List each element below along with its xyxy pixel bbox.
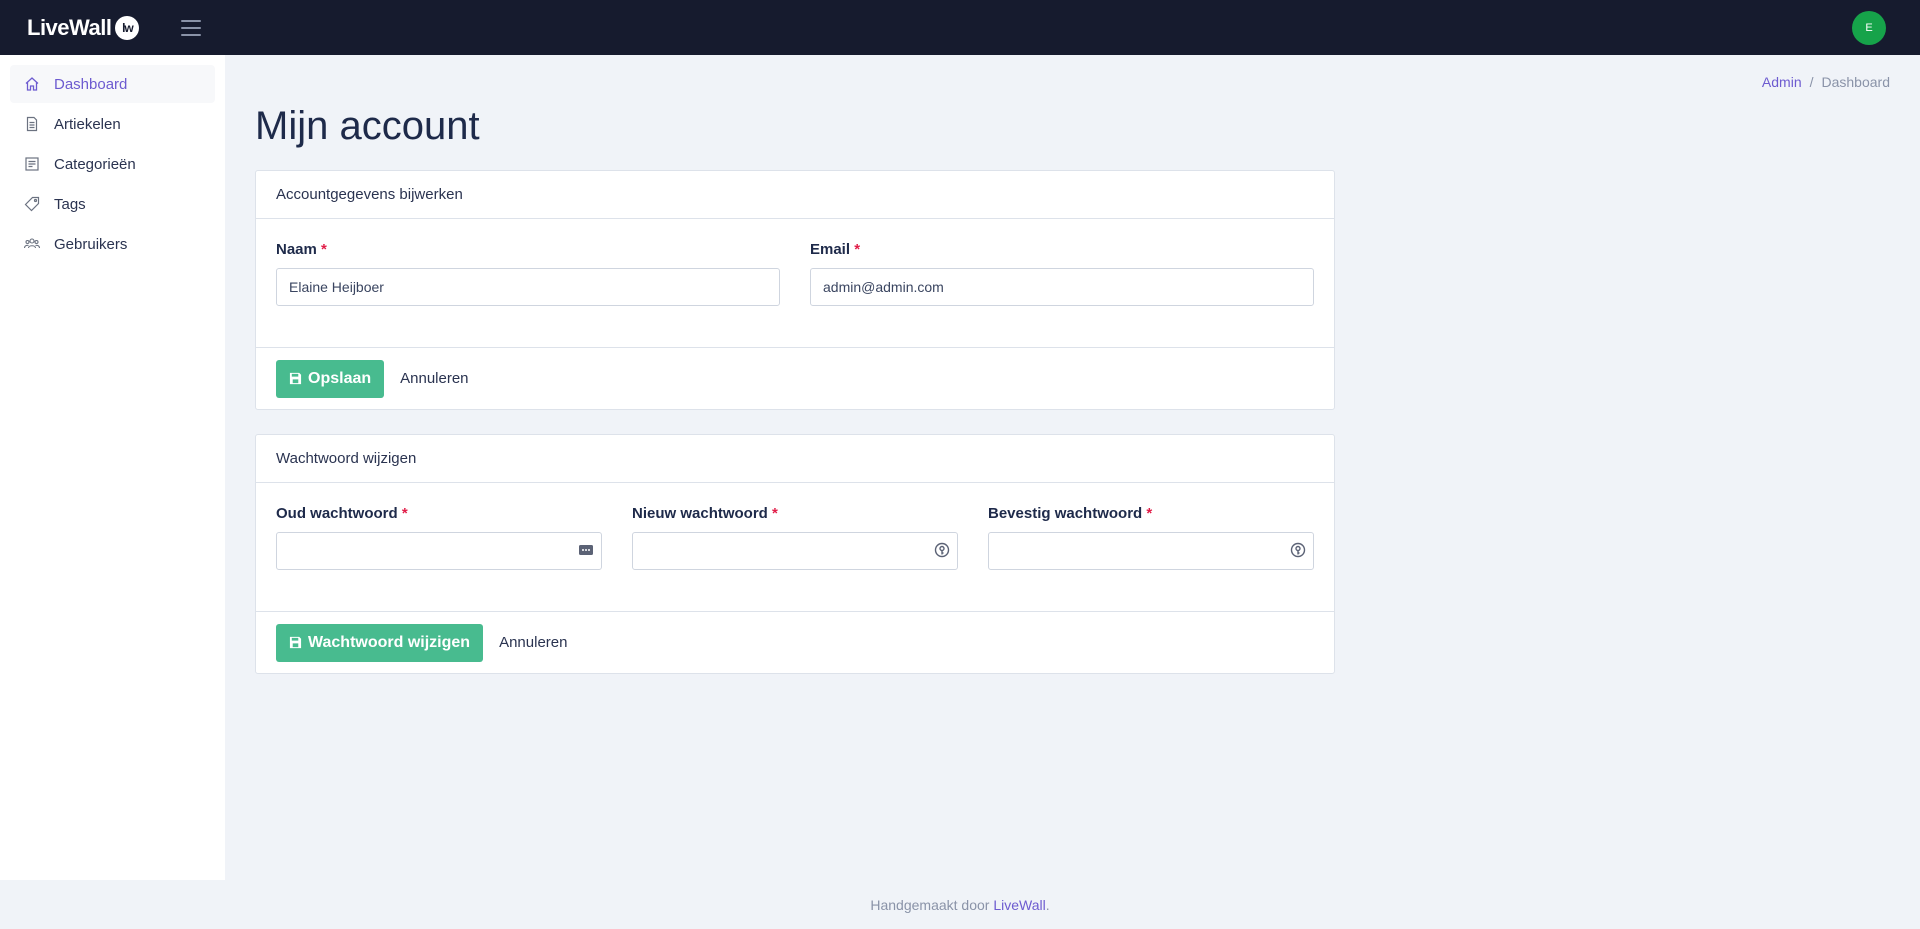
breadcrumb: Admin / Dashboard xyxy=(1762,74,1890,90)
card-header: Accountgegevens bijwerken xyxy=(256,171,1334,219)
user-avatar[interactable]: E xyxy=(1852,11,1886,45)
email-label: Email * xyxy=(810,241,861,258)
sidebar-item-label: Tags xyxy=(54,195,86,213)
logo[interactable]: LiveWall lw xyxy=(27,14,140,41)
name-input[interactable] xyxy=(276,268,780,306)
old-password-label: Oud wachtwoord * xyxy=(276,505,408,522)
name-field-group: Naam * xyxy=(276,241,780,306)
page-footer: Handgemaakt door LiveWall. xyxy=(870,896,1050,913)
breadcrumb-current: Dashboard xyxy=(1821,74,1891,90)
old-password-input[interactable] xyxy=(276,532,602,570)
sidebar-item-artiekelen[interactable]: Artiekelen xyxy=(10,105,215,143)
logo-text: LiveWall xyxy=(27,14,112,40)
page-title: Mijn account xyxy=(255,104,480,148)
home-icon xyxy=(24,76,40,92)
sidebar-item-tags[interactable]: Tags xyxy=(10,185,215,223)
confirm-password-input[interactable] xyxy=(988,532,1314,570)
list-icon xyxy=(24,156,40,172)
old-password-field-group: Oud wachtwoord * xyxy=(276,505,602,570)
change-password-button[interactable]: Wachtwoord wijzigen xyxy=(276,623,484,662)
tag-icon xyxy=(24,196,40,212)
document-icon xyxy=(24,116,40,132)
footer-livewall-link[interactable]: LiveWall xyxy=(993,897,1045,913)
sidebar-item-gebruikers[interactable]: Gebruikers xyxy=(10,225,215,263)
email-input[interactable] xyxy=(810,268,1314,306)
confirm-password-field-group: Bevestig wachtwoord * xyxy=(988,505,1314,570)
sidebar-item-label: Dashboard xyxy=(54,75,128,93)
sidebar-item-dashboard[interactable]: Dashboard xyxy=(10,65,215,103)
key-icon[interactable] xyxy=(1290,542,1306,558)
top-navbar: LiveWall lw E xyxy=(0,0,1920,55)
cancel-button[interactable]: Annuleren xyxy=(499,634,567,651)
new-password-field-group: Nieuw wachtwoord * xyxy=(632,505,958,570)
save-icon xyxy=(289,372,302,385)
breadcrumb-separator: / xyxy=(1809,74,1814,90)
cancel-button[interactable]: Annuleren xyxy=(400,370,468,387)
change-password-card: Wachtwoord wijzigen Oud wachtwoord * Nie… xyxy=(255,434,1335,674)
confirm-password-label: Bevestig wachtwoord * xyxy=(988,505,1153,522)
users-icon xyxy=(24,236,40,252)
menu-toggle-icon[interactable] xyxy=(181,19,202,36)
key-icon[interactable] xyxy=(934,542,950,558)
new-password-label: Nieuw wachtwoord * xyxy=(632,505,778,522)
sidebar: Dashboard Artiekelen Categorieën Tags Ge… xyxy=(0,55,225,880)
new-password-input[interactable] xyxy=(632,532,958,570)
breadcrumb-admin-link[interactable]: Admin xyxy=(1762,74,1802,90)
card-header: Wachtwoord wijzigen xyxy=(256,435,1334,483)
sidebar-item-categorieen[interactable]: Categorieën xyxy=(10,145,215,183)
name-label: Naam * xyxy=(276,241,327,258)
save-icon xyxy=(289,636,302,649)
sidebar-item-label: Categorieën xyxy=(54,155,136,173)
sidebar-item-label: Gebruikers xyxy=(54,235,128,253)
save-button[interactable]: Opslaan xyxy=(276,359,385,398)
password-dots-icon[interactable] xyxy=(578,542,594,558)
logo-badge: lw xyxy=(115,15,140,40)
account-details-card: Accountgegevens bijwerken Naam * Email *… xyxy=(255,170,1335,410)
sidebar-item-label: Artiekelen xyxy=(54,115,121,133)
email-field-group: Email * xyxy=(810,241,1314,306)
